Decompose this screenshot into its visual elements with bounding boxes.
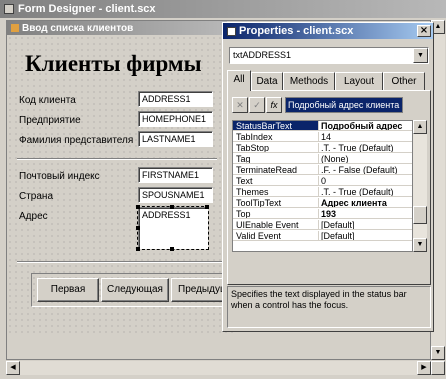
property-row[interactable]: Top 193	[233, 209, 412, 219]
properties-icon	[227, 26, 236, 36]
property-row[interactable]: Themes .T. - True (Default)	[233, 187, 412, 197]
property-value-input[interactable]: Подробный адрес клиента	[285, 97, 403, 113]
properties-titlebar[interactable]: Properties - client.scx	[223, 23, 433, 39]
scroll-left-icon[interactable]: ◀	[6, 361, 20, 375]
cancel-x-icon[interactable]: ✕	[232, 97, 248, 113]
textbox-representative[interactable]: LASTNAME1	[138, 131, 213, 147]
selection-handle[interactable]	[136, 226, 140, 230]
function-fx-icon[interactable]: fx	[266, 97, 282, 113]
properties-panel: ✕ ✓ fx Подробный адрес клиента StatusBar…	[227, 90, 431, 285]
object-name: txtADDRESS1	[233, 50, 292, 60]
tab-layout[interactable]: Layout	[335, 72, 383, 91]
property-grid-scrollbar[interactable]: ▲ ▼	[413, 120, 427, 252]
accept-check-icon[interactable]: ✓	[249, 97, 265, 113]
textbox-address[interactable]: ADDRESS1	[137, 206, 209, 250]
separator-line	[17, 261, 227, 263]
scroll-down-icon[interactable]: ▼	[431, 346, 445, 360]
form-heading[interactable]: Клиенты фирмы	[25, 51, 202, 77]
textbox-postal-code[interactable]: FIRSTNAME1	[138, 167, 213, 183]
label-address[interactable]: Адрес	[19, 211, 48, 222]
textbox-client-code[interactable]: ADDRESS1	[138, 91, 213, 107]
form-caption-bar: Ввод списка клиентов	[7, 21, 227, 35]
label-company[interactable]: Предприятие	[19, 115, 81, 126]
form-caption-icon	[11, 24, 19, 32]
scroll-thumb[interactable]	[413, 206, 427, 224]
close-icon[interactable]: ×	[417, 25, 431, 37]
selection-handle[interactable]	[170, 205, 174, 209]
designer-horizontal-scrollbar[interactable]: ◀ ▶	[6, 361, 431, 375]
property-row[interactable]: ToolTipText Адрес клиента	[233, 198, 412, 208]
property-row[interactable]: Text 0	[233, 176, 412, 186]
form-designer-title: Form Designer - client.scx	[18, 3, 156, 15]
property-row[interactable]: Valid Event [Default]	[233, 231, 412, 241]
object-selector[interactable]: txtADDRESS1 ▼	[229, 47, 429, 64]
tab-other[interactable]: Other	[383, 72, 425, 91]
separator-line	[17, 158, 217, 160]
property-description: Specifies the text displayed in the stat…	[227, 286, 431, 328]
property-grid[interactable]: StatusBarText Подробный адрес TabIndex 14 …	[232, 120, 413, 252]
property-row[interactable]: TabStop .T. - True (Default)	[233, 143, 412, 153]
first-button[interactable]: Первая	[37, 278, 99, 302]
property-row[interactable]: TabIndex 14	[233, 132, 412, 142]
properties-title: Properties - client.scx	[239, 25, 354, 37]
size-grip[interactable]	[431, 361, 445, 375]
scroll-down-icon[interactable]: ▼	[413, 238, 427, 252]
property-row[interactable]: StatusBarText Подробный адрес	[233, 121, 412, 131]
label-country[interactable]: Страна	[19, 191, 53, 202]
tab-all[interactable]: All	[227, 70, 251, 91]
property-row[interactable]: TerminateRead .F. - False (Default)	[233, 165, 412, 175]
property-row[interactable]: UIEnable Event [Default]	[233, 220, 412, 230]
label-postal-code[interactable]: Почтовый индекс	[19, 171, 100, 182]
selection-handle[interactable]	[205, 205, 209, 209]
tab-methods[interactable]: Methods	[283, 72, 335, 91]
scroll-right-icon[interactable]: ▶	[417, 361, 431, 375]
form-caption: Ввод списка клиентов	[22, 22, 134, 34]
tab-data[interactable]: Data	[251, 72, 283, 91]
selection-handle[interactable]	[170, 247, 174, 251]
property-row[interactable]: Tag (None)	[233, 154, 412, 164]
label-representative[interactable]: Фамилия представителя	[19, 135, 133, 146]
chevron-down-icon[interactable]: ▼	[413, 48, 428, 63]
textbox-country[interactable]: SPOUSNAME1	[138, 187, 213, 203]
form-designer-titlebar[interactable]: Form Designer - client.scx	[0, 0, 446, 18]
next-button[interactable]: Следующая	[101, 278, 169, 302]
scroll-up-icon[interactable]: ▲	[413, 120, 427, 134]
properties-window: Properties - client.scx × txtADDRESS1 ▼ …	[222, 22, 434, 332]
form-icon	[4, 4, 14, 14]
selection-handle[interactable]	[136, 247, 140, 251]
label-client-code[interactable]: Код клиента	[19, 95, 76, 106]
textbox-company[interactable]: HOMEPHONE1	[138, 111, 213, 127]
selection-handle[interactable]	[136, 205, 140, 209]
